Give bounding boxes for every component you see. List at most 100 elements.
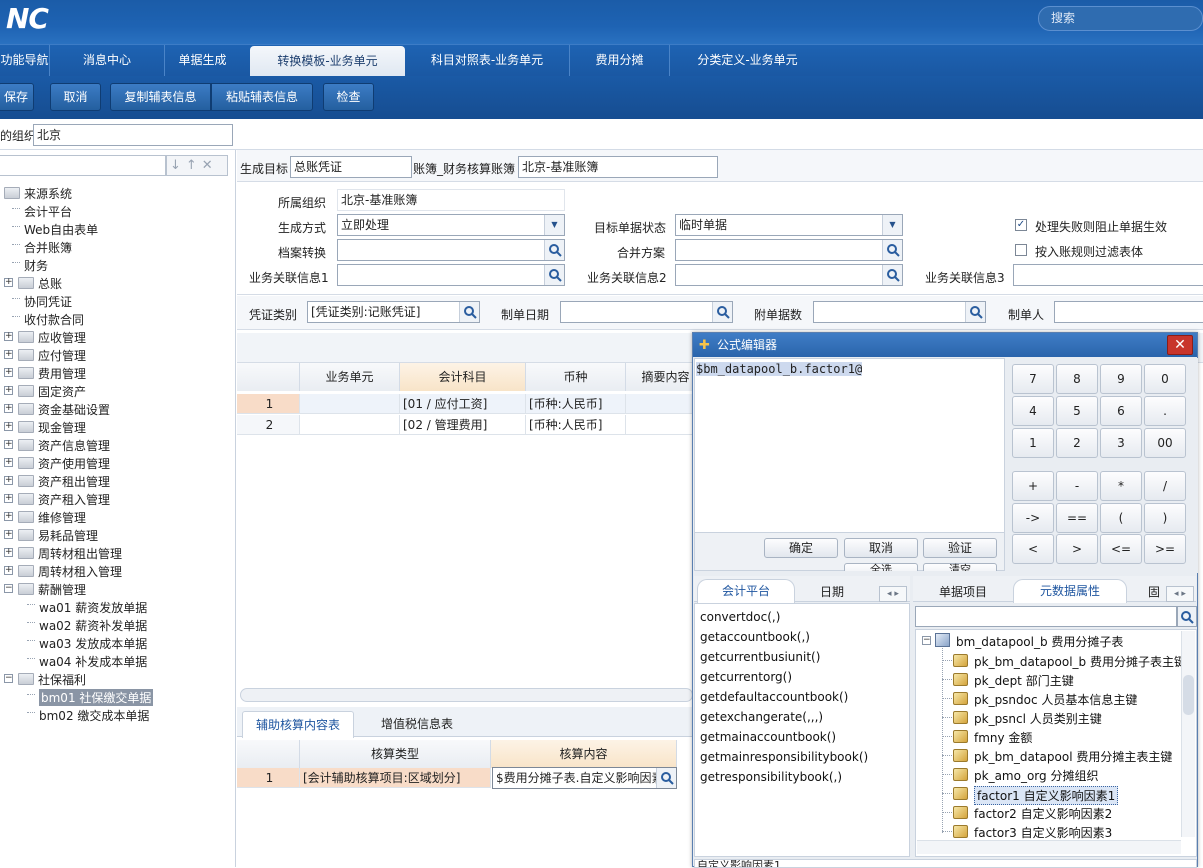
formula-textarea[interactable]: $bm_datapool_b.factor1@ bbox=[694, 358, 1005, 533]
tree-folder[interactable]: 资产信息管理 bbox=[38, 437, 110, 454]
search-icon[interactable] bbox=[1177, 606, 1197, 627]
function-item[interactable]: getresponsibilitybook(,) bbox=[700, 770, 842, 784]
metadata-item[interactable]: pk_bm_datapool_b 费用分摊子表主键 bbox=[974, 653, 1186, 670]
grid-header-unit[interactable]: 业务单元 bbox=[300, 363, 400, 391]
mode-select[interactable]: 立即处理 ▼ bbox=[337, 214, 565, 236]
expand-icon[interactable]: + bbox=[4, 440, 13, 449]
metadata-item[interactable]: factor3 自定义影响因素3 bbox=[974, 824, 1112, 841]
tab-function-nav[interactable]: 功能导航 bbox=[0, 45, 50, 77]
calc-key[interactable]: < bbox=[1012, 534, 1054, 564]
metadata-item[interactable]: pk_psndoc 人员基本信息主键 bbox=[974, 691, 1137, 708]
tree-folder[interactable]: 资产租入管理 bbox=[38, 491, 110, 508]
expand-icon[interactable]: + bbox=[4, 368, 13, 377]
copy-aux-button[interactable]: 复制辅表信息 bbox=[110, 83, 211, 111]
metadata-item[interactable]: factor2 自定义影响因素2 bbox=[974, 805, 1112, 822]
tree-folder[interactable]: 费用管理 bbox=[38, 365, 86, 382]
tab-cost-allocation[interactable]: 费用分摊 bbox=[570, 45, 670, 77]
calc-key[interactable]: - bbox=[1056, 471, 1098, 501]
voucher-type-field[interactable]: [凭证类别:记账凭证] bbox=[307, 301, 480, 323]
expand-icon[interactable]: + bbox=[4, 530, 13, 539]
tree-folder[interactable]: 资产租出管理 bbox=[38, 473, 110, 490]
collapse-icon[interactable]: − bbox=[922, 636, 931, 645]
metadata-item[interactable]: pk_dept 部门主键 bbox=[974, 672, 1074, 689]
paste-aux-button[interactable]: 粘贴辅表信息 bbox=[211, 83, 313, 111]
grid-cell-unit[interactable] bbox=[300, 394, 400, 414]
function-item[interactable]: getdefaultaccountbook() bbox=[700, 690, 848, 704]
metadata-h-scrollbar[interactable] bbox=[917, 840, 1181, 854]
calc-key[interactable]: * bbox=[1100, 471, 1142, 501]
tree-folder[interactable]: 现金管理 bbox=[38, 419, 86, 436]
search-icon[interactable] bbox=[656, 768, 676, 788]
calc-key[interactable]: 2 bbox=[1056, 428, 1098, 458]
tree-folder[interactable]: 社保福利 bbox=[38, 671, 86, 688]
metadata-item[interactable]: pk_psncl 人员类别主键 bbox=[974, 710, 1102, 727]
calc-key[interactable]: 6 bbox=[1100, 396, 1142, 426]
calc-key[interactable]: >= bbox=[1144, 534, 1186, 564]
function-item[interactable]: getcurrentorg() bbox=[700, 670, 792, 684]
search-icon[interactable] bbox=[882, 240, 902, 260]
close-icon[interactable]: ✕ bbox=[1167, 335, 1193, 355]
collapse-icon[interactable]: − bbox=[4, 674, 13, 683]
tab-category-define[interactable]: 分类定义-业务单元 bbox=[670, 45, 825, 77]
confirm-button[interactable]: 确定 bbox=[764, 538, 838, 558]
search-icon[interactable] bbox=[712, 302, 732, 322]
tab-accounting-platform[interactable]: 会计平台 bbox=[697, 579, 795, 603]
tree-folder[interactable]: 维修管理 bbox=[38, 509, 86, 526]
tab-account-mapping[interactable]: 科目对照表-业务单元 bbox=[405, 45, 570, 77]
tree-item[interactable]: wa03 发放成本单据 bbox=[39, 635, 147, 652]
search-input[interactable]: 搜索 bbox=[1038, 6, 1203, 31]
calc-key[interactable]: ) bbox=[1144, 503, 1186, 533]
calc-key[interactable]: 1 bbox=[1012, 428, 1054, 458]
tree-filter-input[interactable] bbox=[0, 155, 166, 176]
grid-cell-account[interactable]: [02 / 管理费用] bbox=[400, 415, 526, 435]
calc-key[interactable]: -> bbox=[1012, 503, 1054, 533]
tree-folder[interactable]: 固定资产 bbox=[38, 383, 86, 400]
tree-item[interactable]: Web自由表单 bbox=[24, 221, 98, 238]
tree-item[interactable]: 协同凭证 bbox=[24, 293, 72, 310]
rel1-field[interactable] bbox=[337, 264, 565, 286]
tree-item[interactable]: wa01 薪资发放单据 bbox=[39, 599, 147, 616]
target-field[interactable]: 总账凭证 bbox=[290, 156, 412, 178]
search-icon[interactable] bbox=[544, 265, 564, 285]
search-icon[interactable] bbox=[544, 240, 564, 260]
expand-icon[interactable]: + bbox=[4, 476, 13, 485]
aux-cell-content[interactable]: $费用分摊子表.自定义影响因素 bbox=[492, 767, 677, 789]
tab-scroll-arrows[interactable]: ◂ ▸ bbox=[879, 586, 907, 602]
grid-cell-unit[interactable] bbox=[300, 415, 400, 435]
merge-field[interactable] bbox=[675, 239, 903, 261]
expand-icon[interactable]: + bbox=[4, 548, 13, 557]
tree-item[interactable]: bm02 缴交成本单据 bbox=[39, 707, 149, 724]
check-button[interactable]: 检查 bbox=[323, 83, 374, 111]
tab-metadata-attributes[interactable]: 元数据属性 bbox=[1013, 579, 1127, 603]
grid-header-currency[interactable]: 币种 bbox=[526, 363, 626, 391]
tree-item[interactable]: wa04 补发成本单据 bbox=[39, 653, 147, 670]
calc-key[interactable]: ( bbox=[1100, 503, 1142, 533]
tab-fixed[interactable]: 固 bbox=[1148, 583, 1168, 600]
book-field[interactable]: 北京-基准账簿 bbox=[518, 156, 718, 178]
metadata-item[interactable]: pk_amo_org 分摊组织 bbox=[974, 767, 1098, 784]
grid-cell-currency[interactable]: [币种:人民币] bbox=[526, 415, 626, 435]
expand-icon[interactable]: + bbox=[4, 350, 13, 359]
expand-icon[interactable]: + bbox=[4, 566, 13, 575]
tree-item[interactable]: bm01 社保缴交单据 bbox=[39, 689, 154, 706]
tab-vat-info[interactable]: 增值税信息表 bbox=[362, 715, 472, 732]
voucher-date-field[interactable] bbox=[560, 301, 733, 323]
tab-message-center[interactable]: 消息中心 bbox=[50, 45, 165, 77]
metadata-item[interactable]: factor1 自定义影响因素1 bbox=[974, 786, 1119, 805]
search-icon[interactable] bbox=[965, 302, 985, 322]
tree-item[interactable]: 收付款合同 bbox=[24, 311, 84, 328]
tree-folder[interactable]: 应付管理 bbox=[38, 347, 86, 364]
chevron-down-icon[interactable]: ▼ bbox=[544, 215, 564, 235]
function-item[interactable]: getmainaccountbook() bbox=[700, 730, 836, 744]
expand-icon[interactable]: + bbox=[4, 278, 13, 287]
tree-root[interactable]: 来源系统 bbox=[24, 185, 72, 202]
tab-bill-items[interactable]: 单据项目 bbox=[913, 583, 1013, 600]
expand-icon[interactable]: + bbox=[4, 512, 13, 521]
expand-icon[interactable]: + bbox=[4, 494, 13, 503]
metadata-search-input[interactable] bbox=[915, 606, 1177, 627]
calc-key[interactable]: 4 bbox=[1012, 396, 1054, 426]
maker-field[interactable] bbox=[1054, 301, 1203, 323]
tree-folder[interactable]: 易耗品管理 bbox=[38, 527, 98, 544]
target-state-select[interactable]: 临时单据 ▼ bbox=[675, 214, 903, 236]
calc-key[interactable]: 9 bbox=[1100, 364, 1142, 394]
